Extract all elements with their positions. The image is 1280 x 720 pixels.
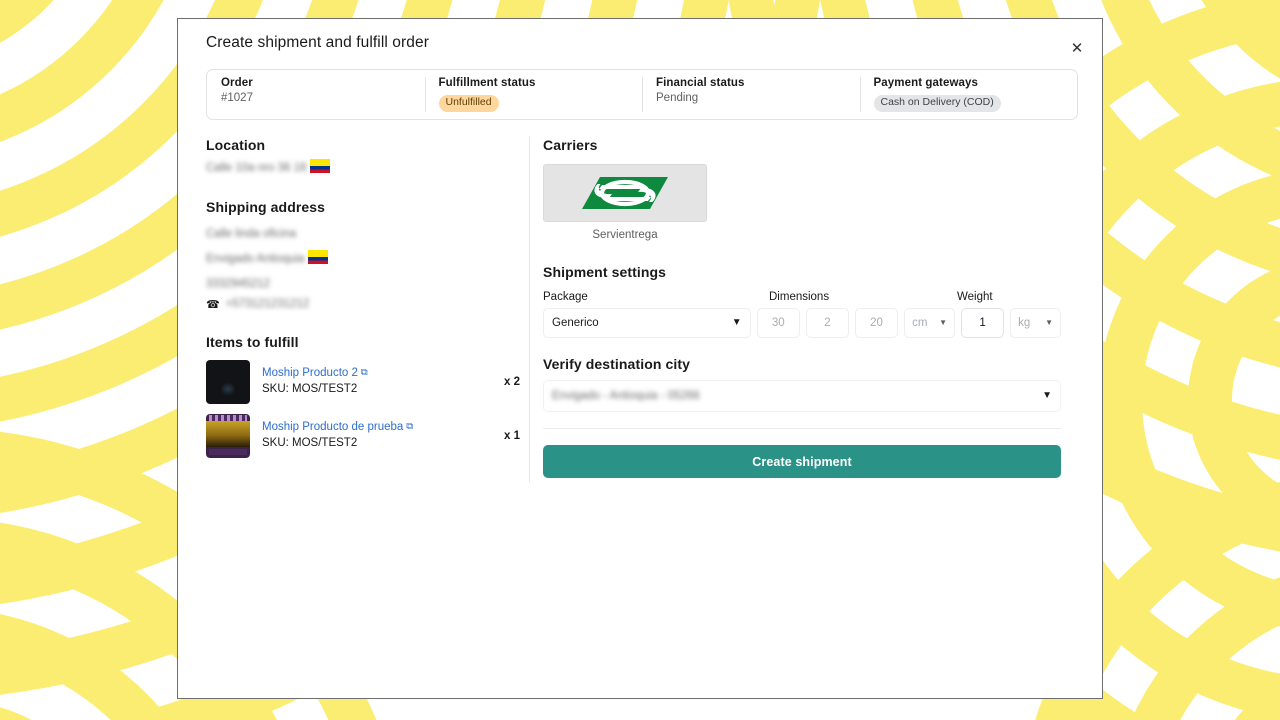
modal-title: Create shipment and fulfill order [206, 34, 429, 51]
item-name-link[interactable]: Moship Producto 2 ⧉ [262, 366, 492, 382]
dimension-length-value: 30 [771, 317, 785, 329]
location-address: Calle 10a nro 36 18 [206, 162, 307, 174]
shipping-phone: +573121231212 [225, 298, 310, 311]
colombia-flag-icon [308, 250, 329, 265]
weight-value: 1 [979, 317, 986, 329]
colombia-flag-icon [310, 159, 331, 173]
item-info: Moship Producto 2 ⧉ SKU: MOS/TEST2 [262, 366, 492, 397]
items-heading: Items to fulfill [206, 333, 299, 350]
chevron-down-icon: ▼ [1045, 318, 1053, 327]
dimension-width-input[interactable]: 2 [805, 308, 849, 338]
shipping-address-block: Calle linda oficina Envigado Antioquia 3… [206, 221, 528, 311]
create-shipment-button[interactable]: Create shipment [543, 445, 1061, 478]
dimension-height-value: 20 [870, 317, 883, 329]
item-quantity: x 1 [504, 429, 520, 442]
settings-controls-row: Generico ▼ 30 2 20 cm ▼ 1 kg ▼ [543, 308, 1061, 338]
status-badge: Unfulfilled [438, 95, 499, 112]
weight-input[interactable]: 1 [960, 308, 1005, 338]
phone-icon: ☎ [206, 298, 220, 311]
dimensions-label: Dimensions [769, 291, 830, 303]
location-address-row: Calle 10a nro 36 18 [206, 158, 528, 176]
left-column: Location Calle 10a nro 36 18 Shipping ad… [206, 137, 528, 458]
settings-labels-row: Package Dimensions Weight [543, 291, 1061, 308]
dimension-unit-value: cm [912, 317, 928, 329]
shipping-address-line2: Envigado Antioquia [206, 253, 305, 266]
external-link-icon: ⧉ [406, 421, 414, 433]
section-divider [543, 428, 1061, 429]
servientrega-logo-icon [582, 177, 668, 209]
summary-value: Pending [656, 92, 699, 104]
carrier-option-servientrega[interactable] [543, 164, 707, 222]
chevron-down-icon: ▼ [939, 318, 947, 327]
column-divider [529, 137, 530, 482]
dimension-unit-select[interactable]: cm ▼ [904, 308, 955, 338]
dimension-length-input[interactable]: 30 [756, 308, 800, 338]
destination-city-value: Envigado - Antioquia - 05266 [552, 390, 700, 402]
weight-label: Weight [957, 291, 993, 303]
summary-cell-payment-gateways: Payment gateways Cash on Delivery (COD) [859, 70, 1078, 119]
carrier-name: Servientrega [592, 229, 658, 241]
item-name-text: Moship Producto de prueba [262, 421, 404, 434]
chevron-down-icon: ▼ [731, 317, 742, 328]
shipping-address-heading: Shipping address [206, 199, 326, 215]
item-row: Moship Producto de prueba ⧉ SKU: MOS/TEST… [206, 413, 528, 458]
shipping-address-line1: Calle linda oficina [206, 228, 297, 240]
dimension-height-input[interactable]: 20 [854, 308, 899, 338]
create-shipment-modal: Create shipment and fulfill order ✕ Orde… [177, 18, 1103, 699]
weight-unit-select[interactable]: kg ▼ [1010, 308, 1061, 338]
item-info: Moship Producto de prueba ⧉ SKU: MOS/TEST… [262, 420, 492, 451]
item-quantity: x 2 [504, 375, 520, 388]
chevron-down-icon: ▼ [1042, 390, 1052, 401]
product-thumbnail [206, 359, 250, 404]
item-row: Moship Producto 2 ⧉ SKU: MOS/TEST2 x 2 [206, 359, 528, 404]
shipping-phone-row: ☎ +573121231212 [206, 298, 528, 311]
item-name-link[interactable]: Moship Producto de prueba ⧉ [262, 420, 492, 436]
summary-label: Order [221, 77, 253, 89]
destination-city-select[interactable]: Envigado - Antioquia - 05266 ▼ [543, 380, 1061, 412]
destination-heading: Verify destination city [543, 356, 691, 372]
close-icon[interactable]: ✕ [1066, 37, 1088, 59]
right-column: Carriers Servientrega Shipment settings … [543, 137, 1061, 478]
summary-label: Financial status [656, 77, 745, 89]
package-select[interactable]: Generico ▼ [543, 308, 751, 338]
payment-gateway-badge: Cash on Delivery (COD) [873, 95, 1001, 112]
summary-cell-order: Order #1027 [207, 70, 425, 119]
order-summary-bar: Order #1027 Fulfillment status Unfulfill… [206, 69, 1078, 120]
weight-unit-value: kg [1018, 317, 1031, 329]
summary-label: Fulfillment status [438, 77, 536, 89]
summary-cell-fulfillment-status: Fulfillment status Unfulfilled [424, 70, 643, 119]
dimension-width-value: 2 [824, 317, 831, 329]
carriers-heading: Carriers [543, 137, 598, 153]
location-heading: Location [206, 137, 266, 153]
shipping-address-line3: 3332945212 [206, 278, 270, 291]
shipment-settings-heading: Shipment settings [543, 264, 667, 280]
item-name-text: Moship Producto 2 [262, 367, 358, 380]
product-thumbnail [206, 413, 250, 458]
package-label: Package [543, 291, 588, 303]
package-select-value: Generico [552, 317, 599, 329]
external-link-icon: ⧉ [360, 367, 368, 379]
summary-value: #1027 [221, 92, 253, 104]
summary-cell-financial-status: Financial status Pending [642, 70, 860, 119]
summary-label: Payment gateways [873, 77, 979, 89]
item-sku: SKU: MOS/TEST2 [262, 436, 358, 449]
item-sku: SKU: MOS/TEST2 [262, 382, 358, 395]
